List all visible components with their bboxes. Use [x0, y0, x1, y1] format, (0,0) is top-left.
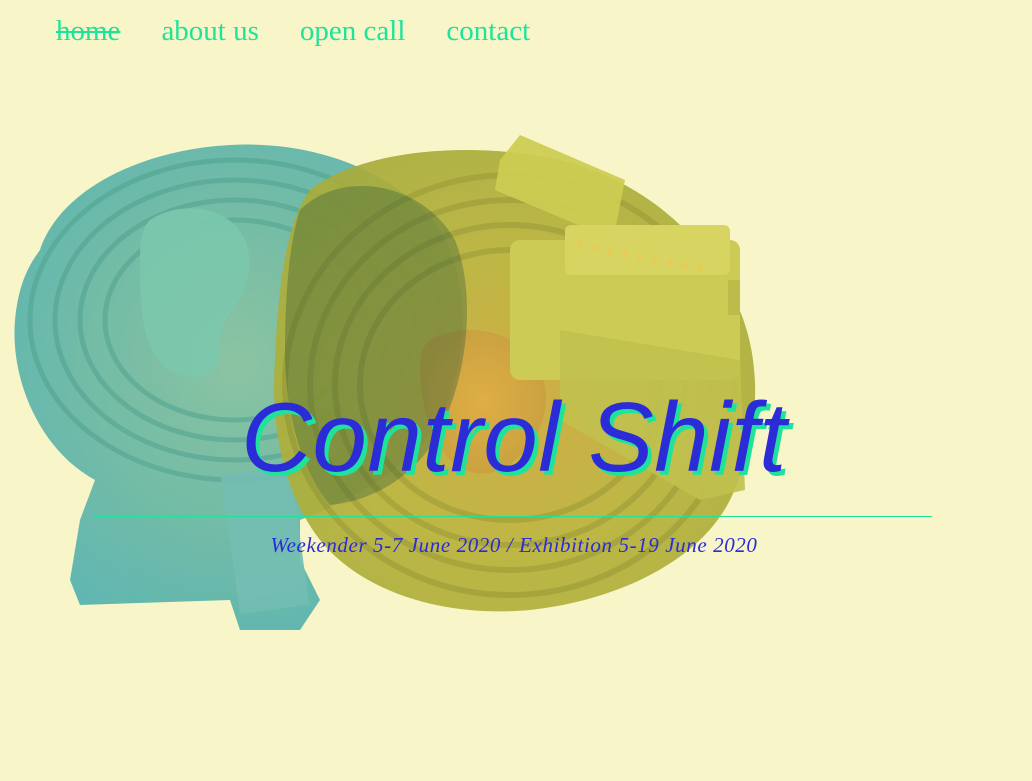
event-dates-text: Weekender 5-7 June 2020 / Exhibition 5-1… — [270, 533, 758, 557]
event-dates: Weekender 5-7 June 2020 / Exhibition 5-1… — [0, 531, 1032, 559]
hero-title-wrap: Control Shift — [0, 382, 1032, 492]
title-divider — [94, 516, 932, 517]
nav-link-open-call[interactable]: open call — [300, 14, 405, 48]
nav-link-about-us[interactable]: about us — [161, 14, 258, 48]
page-title: Control Shift — [241, 382, 787, 492]
nav-link-contact[interactable]: contact — [446, 14, 530, 48]
nav-link-home[interactable]: home — [56, 14, 120, 48]
main-nav: home about us open call contact — [56, 14, 530, 48]
